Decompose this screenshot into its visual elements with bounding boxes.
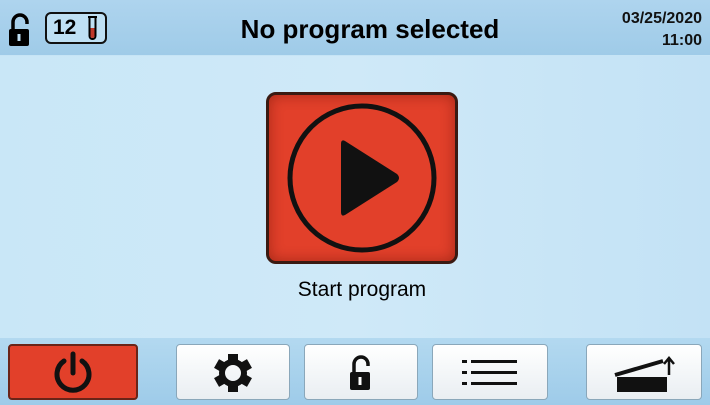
gear-icon bbox=[214, 354, 252, 392]
start-program-button[interactable] bbox=[266, 92, 458, 264]
date-display: 03/25/2020 bbox=[621, 10, 702, 27]
unlocked-padlock-icon bbox=[350, 355, 370, 390]
time-display: 11:00 bbox=[661, 32, 702, 49]
open-lid-button[interactable] bbox=[586, 344, 702, 400]
power-icon bbox=[54, 351, 92, 393]
settings-button[interactable] bbox=[176, 344, 290, 400]
test-tube-icon bbox=[86, 16, 99, 42]
sample-count-badge: 12 bbox=[45, 12, 107, 44]
play-icon bbox=[341, 140, 399, 216]
unlock-button[interactable] bbox=[304, 344, 418, 400]
status-title: No program selected bbox=[240, 14, 500, 44]
device-screen: 12 No program selected 03/25/2020 11:00 … bbox=[0, 0, 710, 405]
bottom-toolbar bbox=[0, 338, 710, 405]
unlocked-padlock-icon[interactable] bbox=[6, 12, 36, 48]
start-program-label: Start program bbox=[297, 278, 427, 301]
header-bar: 12 No program selected 03/25/2020 11:00 bbox=[0, 0, 710, 55]
program-list-button[interactable] bbox=[432, 344, 548, 400]
sample-count: 12 bbox=[53, 16, 77, 39]
main-panel: Start program bbox=[0, 56, 710, 338]
power-button[interactable] bbox=[8, 344, 138, 400]
open-lid-icon bbox=[614, 356, 675, 392]
list-icon bbox=[462, 360, 517, 385]
